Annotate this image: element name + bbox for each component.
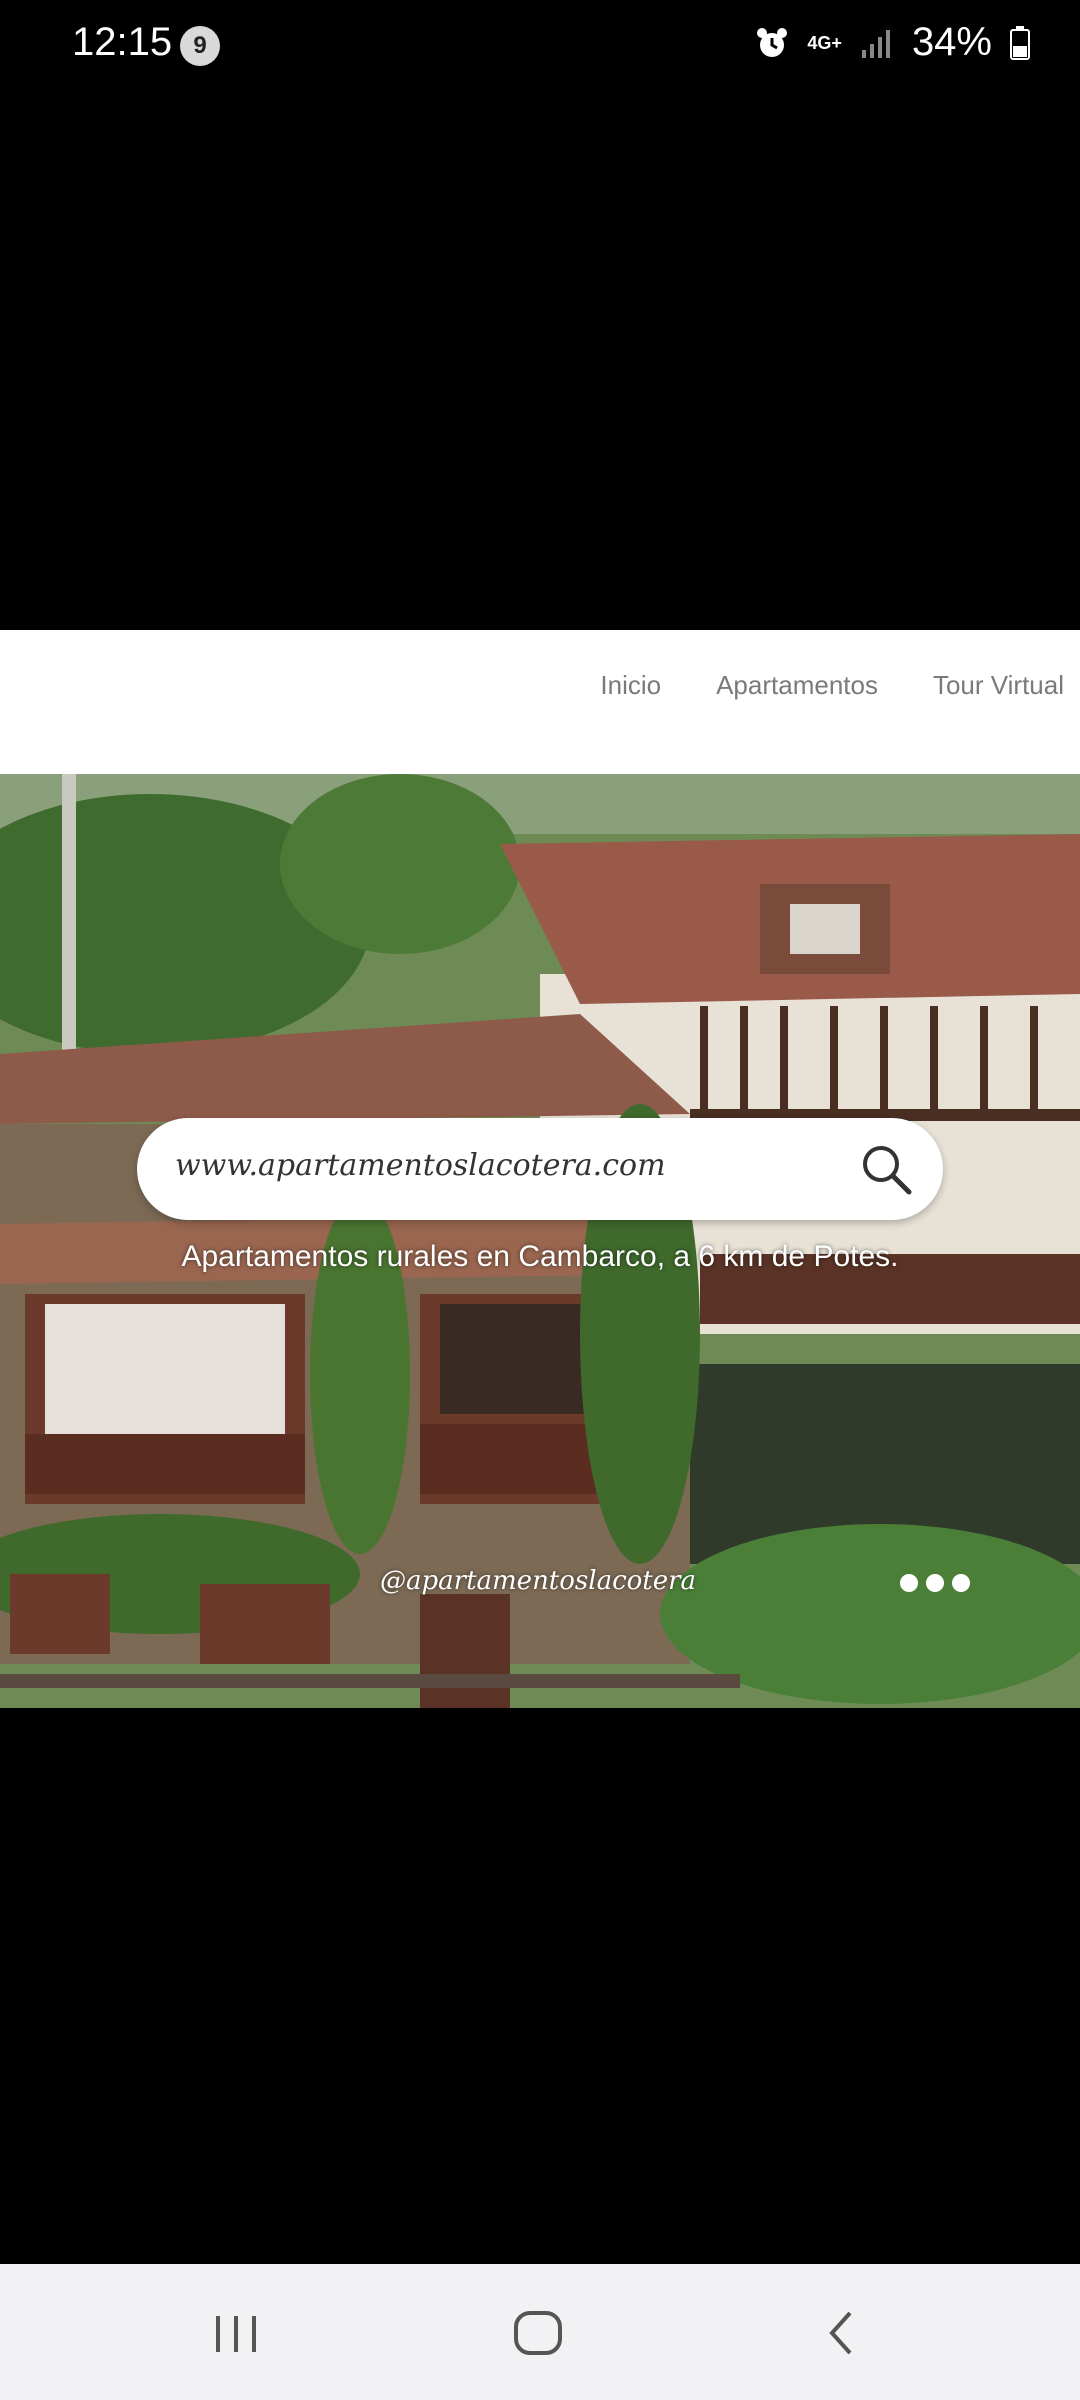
status-bar: 12:15 9 4G+ 34% [0,0,1080,90]
hero-banner: www.apartamentoslacotera.com Apartamento… [0,774,1080,1708]
status-time: 12:15 [72,20,173,64]
hero-tagline: Apartamentos rurales en Cambarco, a 6 km… [181,1240,899,1273]
site-nav: Inicio Apartamentos Tour Virtual [600,670,1064,701]
alarm-icon [757,27,788,57]
status-icons: 4G+ 34% [755,20,1030,65]
nav-item-tour-virtual[interactable]: Tour Virtual [933,670,1064,701]
social-handle[interactable]: @apartamentoslacotera [380,1566,696,1596]
home-icon[interactable] [508,2308,568,2358]
search-url-text: www.apartamentoslacotera.com [175,1148,666,1183]
nav-item-inicio[interactable]: Inicio [600,670,661,701]
signal-icon [861,29,890,58]
more-dot [952,1574,970,1592]
network-type-label: 4G+ [807,32,842,53]
more-dot [900,1574,918,1592]
nav-item-apartamentos[interactable]: Apartamentos [716,670,878,701]
recents-icon[interactable] [206,2308,266,2358]
more-icon[interactable] [900,1574,970,1592]
notification-count-badge: 9 [180,26,220,66]
site-header: Inicio Apartamentos Tour Virtual [0,630,1080,774]
battery-percent: 34% [911,20,992,64]
system-navigation-bar [0,2264,1080,2400]
back-icon[interactable] [812,2308,872,2358]
more-dot [926,1574,944,1592]
battery-icon [1010,25,1030,60]
search-icon[interactable] [859,1142,913,1196]
url-search-bar[interactable]: www.apartamentoslacotera.com [137,1118,943,1220]
